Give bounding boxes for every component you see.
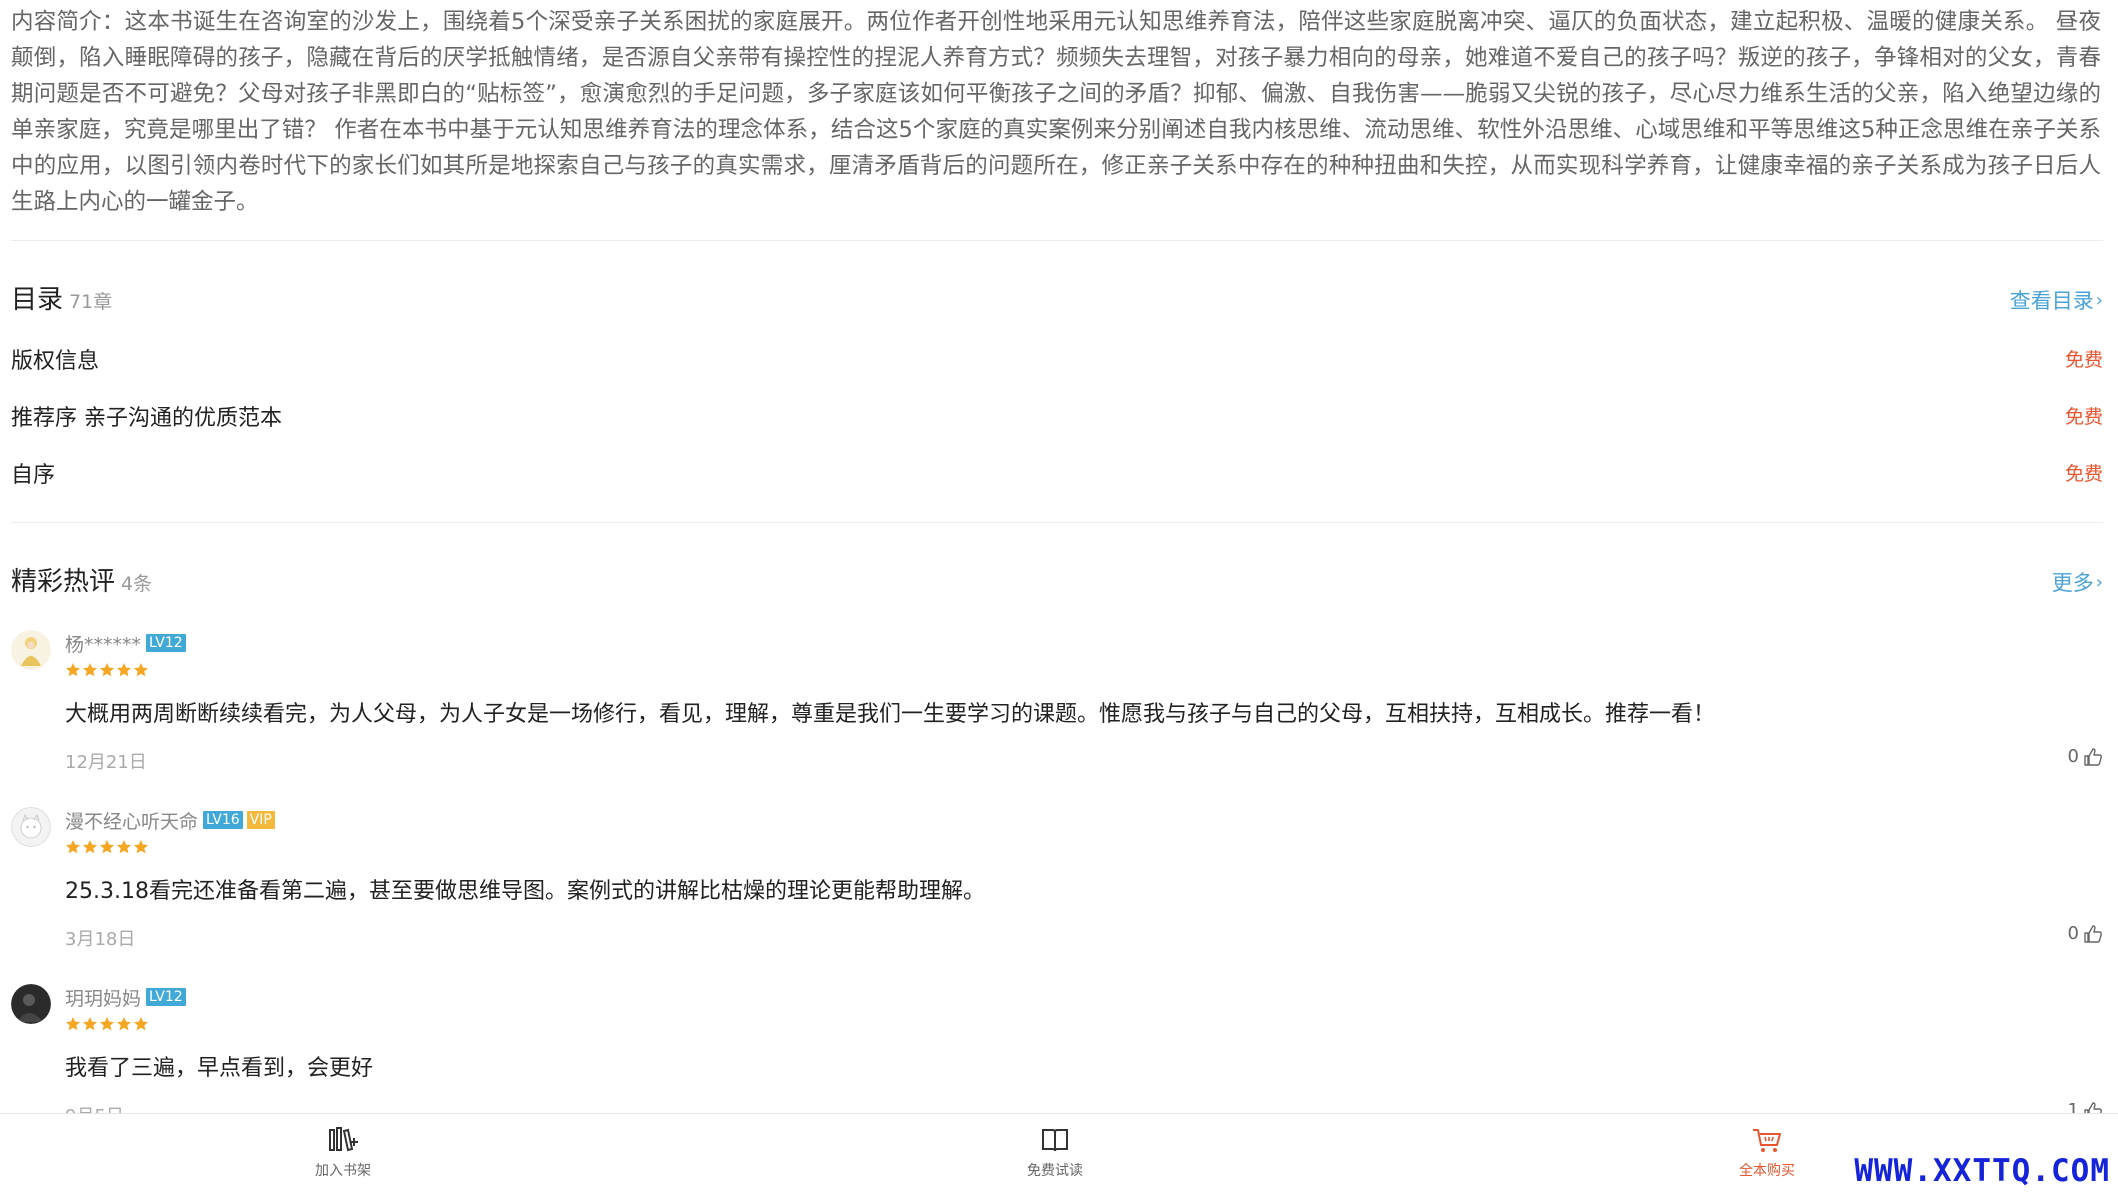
level-badge: LV12 xyxy=(146,634,186,652)
free-trial-label: 免费试读 xyxy=(1027,1163,1083,1179)
star-icon xyxy=(66,840,80,854)
main-content: 内容简介：这本书诞生在咨询室的沙发上，围绕着5个深受亲子关系困扰的家庭展开。两位… xyxy=(0,0,2118,1147)
review-list: 杨****** LV12 大概用两周断断续续看完，为人父母，为人子女是一场修行，… xyxy=(11,616,2103,1147)
toc-item[interactable]: 自序 免费 xyxy=(11,444,2103,501)
like-button[interactable]: 0 xyxy=(2068,746,2103,767)
buy-full-button[interactable]: 全本购买 xyxy=(1707,1126,1827,1180)
toc-item-label: 版权信息 xyxy=(11,348,100,374)
avatar[interactable] xyxy=(11,984,51,1024)
star-icon xyxy=(134,840,148,854)
review-body: 玥玥妈妈 LV12 我看了三遍，早点看到，会更好 9月5日 xyxy=(65,970,2095,1128)
divider xyxy=(11,522,2103,523)
level-badge: LV12 xyxy=(146,988,186,1006)
star-icon xyxy=(134,663,148,677)
free-tag: 免费 xyxy=(2064,349,2103,371)
user-line: 漫不经心听天命 LV16 VIP xyxy=(65,807,2095,833)
free-tag: 免费 xyxy=(2064,406,2103,428)
username[interactable]: 漫不经心听天命 xyxy=(65,807,198,834)
view-toc-link[interactable]: 查看目录 › xyxy=(2010,285,2103,315)
open-book-icon xyxy=(1042,1129,1068,1152)
username[interactable]: 杨****** xyxy=(65,630,141,657)
reviews-title-group: 精彩热评 4条 xyxy=(11,561,152,598)
free-tag: 免费 xyxy=(2064,463,2103,485)
star-icon xyxy=(83,663,97,677)
bottom-toolbar: 加入书架 免费试读 全本购买 xyxy=(0,1113,2118,1194)
star-icon xyxy=(100,1017,114,1031)
toc-header: 目录 71章 查看目录 › xyxy=(11,279,2103,316)
toc-item-label: 推荐序 亲子沟通的优质范本 xyxy=(11,405,282,431)
star-rating xyxy=(65,839,2095,857)
review-text: 25.3.18看完还准备看第二遍，甚至要做思维导图。案例式的讲解比枯燥的理论更能… xyxy=(65,879,985,904)
review-body: 杨****** LV12 大概用两周断断续续看完，为人父母，为人子女是一场修行，… xyxy=(65,616,2095,774)
like-count: 0 xyxy=(2067,746,2079,767)
toc-title: 目录 xyxy=(11,285,64,315)
toc-item-label: 自序 xyxy=(11,462,56,488)
toc-item[interactable]: 版权信息 免费 xyxy=(11,330,2103,387)
review-text: 我看了三遍，早点看到，会更好 xyxy=(65,1056,374,1081)
like-button[interactable]: 0 xyxy=(2068,923,2103,944)
avatar[interactable] xyxy=(11,807,51,847)
review-date: 12月21日 xyxy=(65,752,147,773)
level-badge: LV16 xyxy=(203,811,243,829)
star-icon xyxy=(117,840,131,854)
avatar[interactable] xyxy=(11,630,51,670)
thumbs-up-icon xyxy=(2084,747,2102,766)
star-icon xyxy=(66,1017,80,1031)
star-icon xyxy=(100,663,114,677)
like-count: 0 xyxy=(2067,923,2079,944)
book-intro: 内容简介：这本书诞生在咨询室的沙发上，围绕着5个深受亲子关系困扰的家庭展开。两位… xyxy=(11,9,2101,215)
toc-count: 71章 xyxy=(69,291,113,313)
review-item: 漫不经心听天命 LV16 VIP 25.3.18看完还准备看第二遍，甚至要做思维… xyxy=(11,793,2103,970)
star-icon xyxy=(83,840,97,854)
cart-icon xyxy=(1753,1129,1781,1152)
star-icon xyxy=(83,1017,97,1031)
toc-list: 版权信息 免费 推荐序 亲子沟通的优质范本 免费 自序 免费 xyxy=(11,330,2103,501)
add-to-shelf-button[interactable]: 加入书架 xyxy=(283,1126,403,1180)
user-line: 玥玥妈妈 LV12 xyxy=(65,984,2095,1010)
star-icon xyxy=(117,1017,131,1031)
toc-item[interactable]: 推荐序 亲子沟通的优质范本 免费 xyxy=(11,387,2103,444)
book-detail-page: 内容简介：这本书诞生在咨询室的沙发上，围绕着5个深受亲子关系困扰的家庭展开。两位… xyxy=(0,0,2118,1194)
divider xyxy=(11,240,2103,241)
review-body: 漫不经心听天命 LV16 VIP 25.3.18看完还准备看第二遍，甚至要做思维… xyxy=(65,793,2095,951)
bookshelf-icon xyxy=(329,1127,358,1152)
review-item: 杨****** LV12 大概用两周断断续续看完，为人父母，为人子女是一场修行，… xyxy=(11,616,2103,793)
view-toc-label: 查看目录 xyxy=(2009,289,2094,313)
username[interactable]: 玥玥妈妈 xyxy=(65,984,141,1011)
free-trial-button[interactable]: 免费试读 xyxy=(995,1126,1115,1180)
star-rating xyxy=(65,662,2095,680)
star-icon xyxy=(100,840,114,854)
add-to-shelf-label: 加入书架 xyxy=(315,1163,371,1179)
thumbs-up-icon xyxy=(2084,924,2102,943)
more-reviews-label: 更多 xyxy=(2051,571,2094,595)
chevron-right-icon: › xyxy=(2095,290,2103,311)
chevron-right-icon: › xyxy=(2095,572,2103,593)
buy-full-label: 全本购买 xyxy=(1739,1163,1795,1179)
more-reviews-link[interactable]: 更多 › xyxy=(2052,567,2103,597)
star-icon xyxy=(134,1017,148,1031)
user-line: 杨****** LV12 xyxy=(65,630,2095,656)
reviews-count: 4条 xyxy=(121,573,153,595)
toc-title-group: 目录 71章 xyxy=(11,279,112,316)
review-text: 大概用两周断断续续看完，为人父母，为人子女是一场修行，看见，理解，尊重是我们一生… xyxy=(65,702,1716,727)
review-date: 3月18日 xyxy=(65,929,136,950)
vip-badge: VIP xyxy=(246,811,275,829)
watermark: WWW.XXTTQ.COM xyxy=(1854,1153,2110,1189)
star-icon xyxy=(66,663,80,677)
star-icon xyxy=(117,663,131,677)
reviews-title: 精彩热评 xyxy=(11,567,116,597)
reviews-header: 精彩热评 4条 更多 › xyxy=(11,561,2103,598)
star-rating xyxy=(65,1016,2095,1034)
